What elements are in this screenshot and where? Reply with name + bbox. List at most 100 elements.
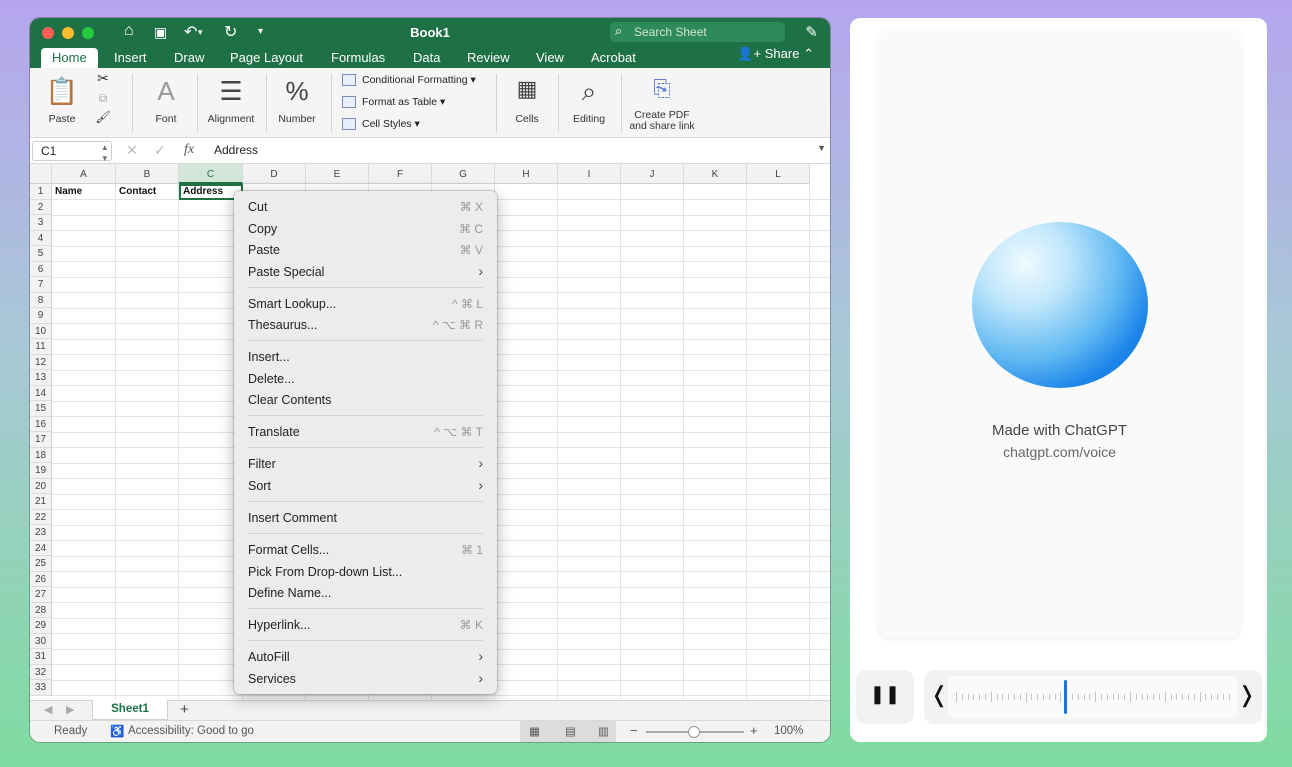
tab-data[interactable]: Data [413, 48, 440, 68]
column-header[interactable]: D [243, 164, 306, 184]
row-header[interactable]: 8 [30, 292, 52, 308]
cells-group[interactable]: ▦ Cells [504, 68, 550, 138]
column-header[interactable]: G [432, 164, 495, 184]
conditional-formatting-button[interactable]: Conditional Formatting ▾ [342, 72, 476, 94]
menu-item-pick-list[interactable]: Pick From Drop-down List... [234, 564, 497, 584]
row-header[interactable]: 5 [30, 246, 52, 262]
row-header[interactable]: 19 [30, 463, 52, 479]
comments-icon[interactable]: ✎ [805, 23, 818, 41]
row-header[interactable]: 7 [30, 277, 52, 293]
add-sheet-icon[interactable]: + [180, 701, 189, 718]
menu-item-delete[interactable]: Delete... [234, 371, 497, 391]
row-header[interactable]: 33 [30, 680, 52, 696]
column-header[interactable]: H [495, 164, 558, 184]
row-header[interactable]: 18 [30, 447, 52, 463]
share-button[interactable]: 👤+ Share ⌃ [737, 46, 814, 62]
scissors-icon[interactable]: ✂ [92, 70, 114, 87]
row-header[interactable]: 12 [30, 354, 52, 370]
menu-item-sort[interactable]: Sort › [234, 477, 497, 498]
number-group[interactable]: % Number [270, 68, 324, 138]
row-header[interactable]: 3 [30, 215, 52, 231]
page-layout-view-icon[interactable]: ▤ [565, 724, 576, 738]
tab-page-layout[interactable]: Page Layout [230, 48, 303, 68]
row-header[interactable]: 28 [30, 602, 52, 618]
row-header[interactable]: 30 [30, 633, 52, 649]
zoom-in-icon[interactable]: + [750, 723, 758, 738]
row-header[interactable]: 13 [30, 370, 52, 386]
menu-item-insert[interactable]: Insert... [234, 349, 497, 369]
formula-input[interactable]: Address [214, 143, 258, 157]
menu-item-cut[interactable]: Cut ⌘ X [234, 199, 497, 219]
zoom-out-icon[interactable]: − [630, 723, 638, 738]
page-break-view-icon[interactable]: ▥ [598, 724, 609, 738]
menu-item-hyperlink[interactable]: Hyperlink... ⌘ K [234, 617, 497, 637]
tab-review[interactable]: Review [467, 48, 510, 68]
row-header[interactable]: 1 [30, 184, 52, 200]
expand-formula-icon[interactable]: ▼ [817, 143, 826, 153]
row-header[interactable]: 17 [30, 432, 52, 448]
scrubber-track[interactable] [948, 676, 1238, 718]
pause-button[interactable]: ❚❚ [856, 670, 914, 724]
row-header[interactable]: 24 [30, 540, 52, 556]
row-header[interactable]: 26 [30, 571, 52, 587]
menu-item-insert-comment[interactable]: Insert Comment [234, 510, 497, 530]
tab-formulas[interactable]: Formulas [331, 48, 385, 68]
row-header[interactable]: 25 [30, 556, 52, 572]
scrubber-thumb[interactable] [1064, 680, 1067, 714]
column-header[interactable]: B [116, 164, 179, 184]
row-header[interactable]: 29 [30, 618, 52, 634]
accessibility-status[interactable]: Accessibility: Good to go [128, 725, 254, 737]
column-header[interactable]: A [52, 164, 116, 184]
scrubber[interactable]: ❬ ❭ [924, 670, 1262, 724]
function-icon[interactable]: fx [184, 142, 194, 158]
column-header[interactable]: I [558, 164, 621, 184]
row-header[interactable]: 31 [30, 649, 52, 665]
column-header[interactable]: E [306, 164, 369, 184]
row-header[interactable]: 9 [30, 308, 52, 324]
menu-item-translate[interactable]: Translate ^ ⌥ ⌘ T [234, 424, 497, 444]
zoom-slider-thumb[interactable] [688, 726, 700, 738]
normal-view-icon[interactable]: ▦ [529, 724, 540, 738]
create-pdf-group[interactable]: ⎘ Create PDF and share link [626, 68, 698, 138]
sheet-tab[interactable]: Sheet1 [92, 700, 168, 720]
zoom-level[interactable]: 100% [774, 725, 803, 737]
column-header[interactable]: F [369, 164, 432, 184]
menu-item-services[interactable]: Services › [234, 670, 497, 691]
menu-item-smart-lookup[interactable]: Smart Lookup... ^ ⌘ L [234, 296, 497, 316]
row-header[interactable]: 15 [30, 401, 52, 417]
row-header[interactable]: 11 [30, 339, 52, 355]
menu-item-paste[interactable]: Paste ⌘ V [234, 242, 497, 262]
row-header[interactable]: 14 [30, 385, 52, 401]
tab-draw[interactable]: Draw [174, 48, 204, 68]
chevron-right-icon[interactable]: ❭ [1238, 682, 1256, 708]
row-header[interactable]: 27 [30, 587, 52, 603]
column-header[interactable]: K [684, 164, 747, 184]
tab-acrobat[interactable]: Acrobat [591, 48, 636, 68]
chevron-left-icon[interactable]: ❬ [930, 682, 948, 708]
prev-sheet-icon[interactable]: ◀ [44, 703, 52, 716]
tab-home[interactable]: Home [41, 48, 98, 68]
paste-group[interactable]: 📋 Paste [40, 68, 84, 138]
menu-item-filter[interactable]: Filter › [234, 455, 497, 476]
next-sheet-icon[interactable]: ▶ [66, 703, 74, 716]
select-all-corner[interactable] [30, 164, 52, 184]
cell-a1[interactable]: Name [52, 184, 116, 200]
menu-item-format-cells[interactable]: Format Cells... ⌘ 1 [234, 542, 497, 562]
copy-icon[interactable]: ⧉ [92, 91, 114, 106]
row-header[interactable]: 21 [30, 494, 52, 510]
format-painter-icon[interactable]: 🖌 [92, 110, 114, 124]
menu-item-paste-special[interactable]: Paste Special › [234, 263, 497, 284]
confirm-icon[interactable]: ✓ [154, 142, 166, 159]
column-header[interactable]: C [179, 164, 243, 184]
row-header[interactable]: 23 [30, 525, 52, 541]
row-header[interactable]: 6 [30, 261, 52, 277]
editing-group[interactable]: ⌕ Editing [564, 68, 614, 138]
row-header[interactable]: 4 [30, 230, 52, 246]
name-box[interactable]: C1 ▴ ▾ [32, 141, 112, 163]
menu-item-copy[interactable]: Copy ⌘ C [234, 221, 497, 241]
menu-item-autofill[interactable]: AutoFill › [234, 648, 497, 669]
cell-b1[interactable]: Contact [116, 184, 179, 200]
search-sheet-input[interactable]: ⌕ Search Sheet [610, 22, 785, 42]
cancel-icon[interactable]: ✕ [126, 142, 138, 159]
row-header[interactable]: 22 [30, 509, 52, 525]
